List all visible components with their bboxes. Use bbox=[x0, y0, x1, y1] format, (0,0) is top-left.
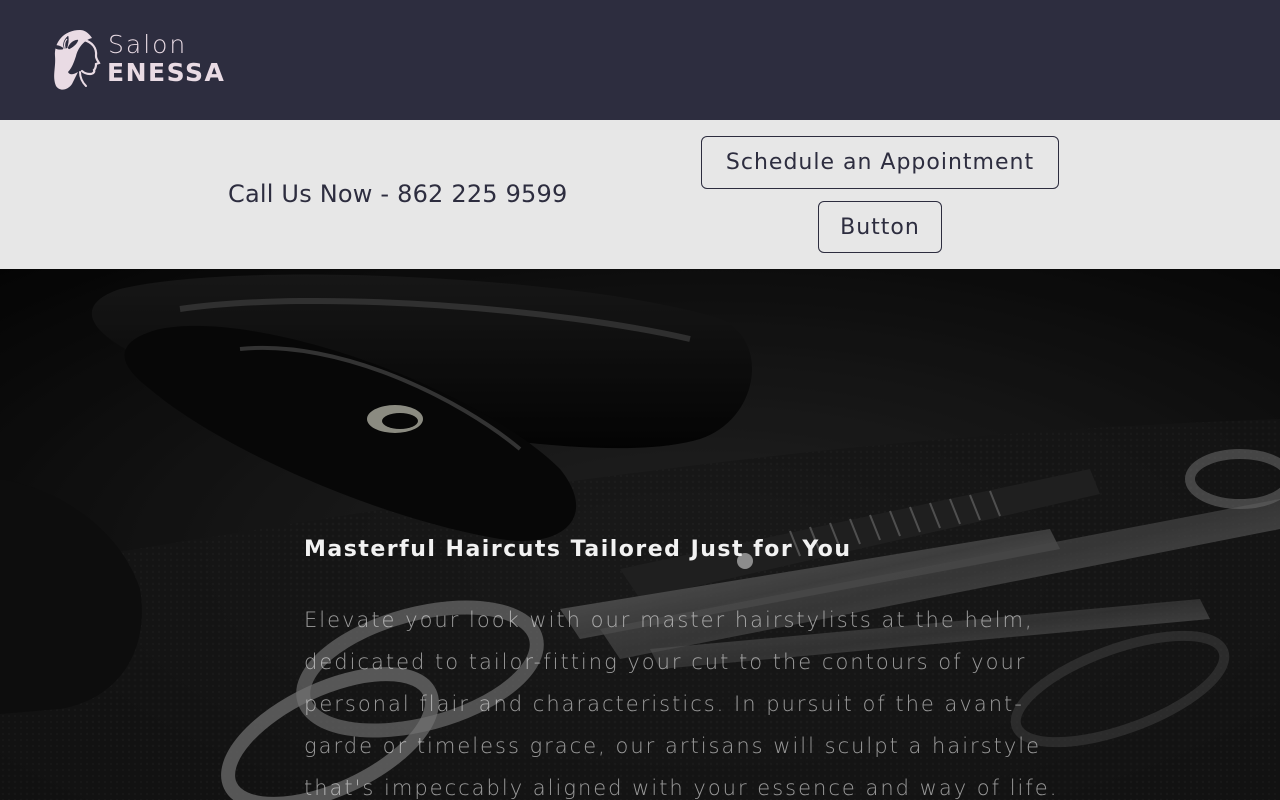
contact-cta-bar: Call Us Now - 862 225 9599 Schedule an A… bbox=[0, 120, 1280, 269]
generic-button[interactable]: Button bbox=[818, 201, 942, 253]
call-us-phone-text[interactable]: Call Us Now - 862 225 9599 bbox=[228, 179, 567, 209]
logo-link[interactable]: Salon ENESSA bbox=[50, 26, 250, 94]
woman-profile-lotus-icon bbox=[52, 30, 101, 90]
site-header: Salon ENESSA bbox=[0, 0, 1280, 120]
hero-section: Masterful Haircuts Tailored Just for You… bbox=[0, 269, 1280, 800]
hero-body-text: Elevate your look with our master hairst… bbox=[304, 608, 1059, 800]
schedule-appointment-button[interactable]: Schedule an Appointment bbox=[701, 136, 1059, 189]
logo-text-salon: Salon bbox=[108, 30, 188, 59]
logo-text-enessa: ENESSA bbox=[107, 58, 226, 87]
hero-title: Masterful Haircuts Tailored Just for You bbox=[304, 537, 852, 562]
